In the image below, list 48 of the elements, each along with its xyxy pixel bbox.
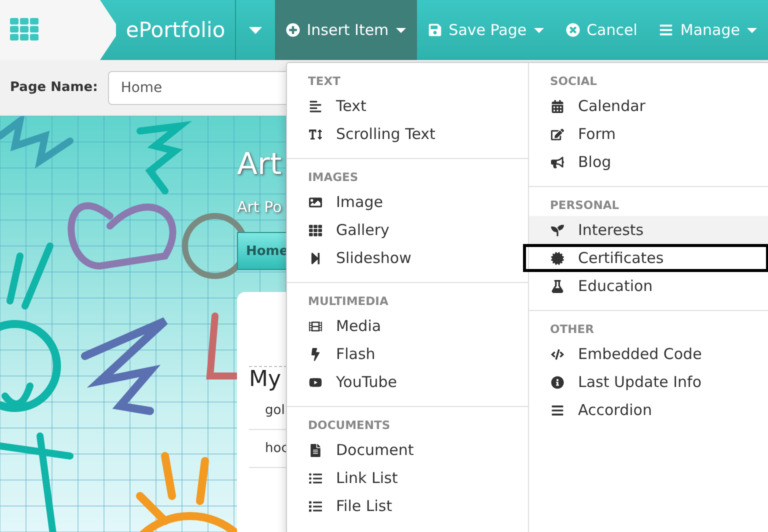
menu-section-heading: OTHER: [549, 321, 595, 337]
menu-icon: [659, 23, 674, 37]
megaphone-icon: [550, 156, 564, 168]
grid-icon: [308, 224, 322, 236]
menu-section-heading: DOCUMENTS: [307, 417, 392, 433]
bullet-list-icon: [308, 472, 322, 484]
menu-item[interactable]: Media: [287, 312, 528, 340]
text-cursor-icon: [308, 128, 322, 140]
picture-icon: [308, 196, 322, 208]
menu-item[interactable]: Embedded Code: [529, 340, 768, 368]
site-title: Art: [237, 146, 282, 184]
menu-item[interactable]: Flash: [287, 340, 528, 368]
video-icon: [308, 376, 322, 388]
menu-section-heading: SOCIAL: [549, 73, 598, 89]
film-icon: [308, 320, 322, 332]
menu-section-heading: IMAGES: [307, 169, 360, 185]
menu-item[interactable]: Accordion: [529, 396, 768, 424]
menu-item[interactable]: Calendar: [529, 92, 768, 120]
save-icon: [428, 23, 442, 37]
toolbar-menu-button[interactable]: Insert Item: [274, 0, 417, 60]
lines-icon: [308, 100, 322, 112]
menu-item[interactable]: Image: [287, 188, 528, 216]
menu-item[interactable]: Form: [529, 120, 768, 148]
flask-icon: [550, 280, 564, 292]
page-name-label: Page Name:: [10, 80, 98, 95]
file-icon: [308, 444, 322, 456]
info-icon: [550, 376, 564, 388]
menu-item[interactable]: Education: [529, 272, 768, 300]
menu-item[interactable]: Last Update Info: [529, 368, 768, 396]
apps-grid-icon[interactable]: [10, 18, 40, 42]
menu-icon: [550, 404, 564, 416]
sprout-icon: [550, 224, 564, 236]
code-icon: [550, 348, 564, 360]
site-subtitle: Art Po: [237, 198, 282, 216]
calendar-icon: [550, 100, 564, 112]
menu-item[interactable]: File List: [287, 492, 528, 520]
menu-item[interactable]: Interests: [529, 216, 768, 244]
list-icon: [308, 500, 322, 512]
edit-icon: [550, 128, 564, 140]
close-icon: [566, 23, 580, 37]
seal-icon: [550, 252, 564, 264]
menu-section-heading: PERSONAL: [549, 197, 620, 213]
caret-icon: [248, 26, 262, 34]
menu-section-heading: TEXT: [307, 73, 342, 89]
menu-item[interactable]: Scrolling Text: [287, 120, 528, 148]
menu-section-heading: MULTIMEDIA: [307, 293, 390, 309]
menu-item[interactable]: Certificates: [523, 244, 768, 272]
menu-item[interactable]: Blog: [529, 148, 768, 176]
